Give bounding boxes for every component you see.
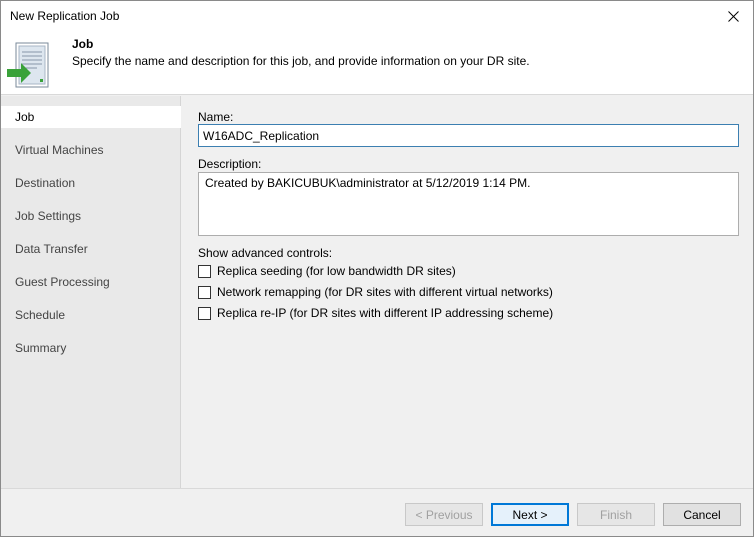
close-icon: [727, 10, 739, 22]
window-title: New Replication Job: [10, 9, 120, 23]
sidebar-item-job-settings[interactable]: Job Settings: [1, 205, 181, 227]
sidebar-item-virtual-machines[interactable]: Virtual Machines: [1, 139, 181, 161]
sidebar-item-schedule[interactable]: Schedule: [1, 304, 181, 326]
replica-seeding-checkbox[interactable]: [198, 264, 211, 278]
sidebar-item-data-transfer[interactable]: Data Transfer: [1, 238, 181, 260]
name-input[interactable]: [198, 124, 739, 147]
replication-job-icon: [7, 42, 49, 88]
advanced-controls-label: Show advanced controls:: [198, 246, 333, 260]
replica-seeding-label: Replica seeding (for low bandwidth DR si…: [217, 264, 456, 278]
cancel-button[interactable]: Cancel: [663, 503, 741, 526]
wizard-footer: < Previous Next > Finish Cancel: [1, 488, 753, 536]
page-title: Job: [72, 37, 94, 51]
previous-button[interactable]: < Previous: [405, 503, 483, 526]
description-input[interactable]: Created by BAKICUBUK\administrator at 5/…: [198, 172, 739, 236]
sidebar-item-job[interactable]: Job: [1, 106, 181, 128]
title-bar: New Replication Job: [1, 1, 753, 31]
sidebar-item-guest-processing[interactable]: Guest Processing: [1, 271, 181, 293]
network-remapping-label: Network remapping (for DR sites with dif…: [217, 285, 553, 299]
name-label: Name:: [198, 110, 234, 124]
page-description: Specify the name and description for thi…: [72, 54, 530, 68]
replication-job-dialog: New Replication Job Job Specify the name…: [0, 0, 754, 537]
replica-re-ip-option[interactable]: Replica re-IP (for DR sites with differe…: [198, 304, 553, 322]
wizard-steps-sidebar: Job Virtual Machines Destination Job Set…: [1, 96, 181, 488]
replica-re-ip-label: Replica re-IP (for DR sites with differe…: [217, 306, 554, 320]
description-label: Description:: [198, 157, 262, 171]
next-button[interactable]: Next >: [491, 503, 569, 526]
close-button[interactable]: [713, 1, 753, 31]
sidebar-item-summary[interactable]: Summary: [1, 337, 181, 359]
network-remapping-option[interactable]: Network remapping (for DR sites with dif…: [198, 283, 553, 301]
replica-seeding-option[interactable]: Replica seeding (for low bandwidth DR si…: [198, 262, 456, 280]
network-remapping-checkbox[interactable]: [198, 285, 211, 299]
sidebar-item-destination[interactable]: Destination: [1, 172, 181, 194]
finish-button[interactable]: Finish: [577, 503, 655, 526]
replica-re-ip-checkbox[interactable]: [198, 306, 211, 320]
job-form: Name: Description: Created by BAKICUBUK\…: [182, 96, 753, 488]
wizard-header: Job Specify the name and description for…: [1, 31, 753, 95]
